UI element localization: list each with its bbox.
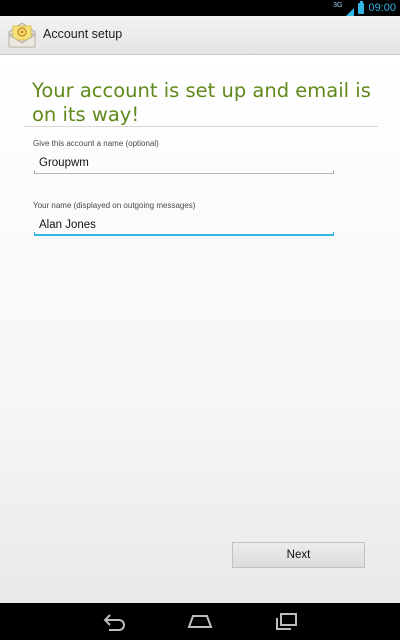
- main-content: Your account is set up and email is on i…: [0, 55, 400, 603]
- signal-icon: [344, 3, 355, 18]
- field-underline: [34, 232, 334, 236]
- next-button[interactable]: Next: [232, 542, 365, 568]
- email-icon[interactable]: [8, 22, 36, 48]
- divider: [24, 126, 378, 127]
- recent-apps-icon[interactable]: [272, 611, 300, 631]
- account-name-label: Give this account a name (optional): [33, 139, 159, 148]
- home-icon[interactable]: [186, 611, 214, 631]
- status-bar: 3G 09:00: [0, 0, 400, 18]
- your-name-label: Your name (displayed on outgoing message…: [33, 201, 196, 210]
- status-indicators: 3G 09:00: [333, 0, 396, 18]
- action-bar: Account setup: [0, 16, 400, 55]
- navigation-bar: [0, 603, 400, 640]
- page-title: Account setup: [43, 27, 123, 41]
- your-name-field[interactable]: Alan Jones: [34, 216, 334, 236]
- your-name-value: Alan Jones: [39, 219, 96, 231]
- clock: 09:00: [368, 2, 396, 14]
- setup-headline: Your account is set up and email is on i…: [32, 79, 371, 126]
- field-underline: [34, 170, 334, 174]
- battery-icon: [358, 0, 365, 14]
- account-name-value: Groupwm: [39, 157, 89, 169]
- network-type: 3G: [333, 1, 343, 9]
- account-name-field[interactable]: Groupwm: [34, 154, 334, 174]
- back-icon[interactable]: [101, 611, 129, 631]
